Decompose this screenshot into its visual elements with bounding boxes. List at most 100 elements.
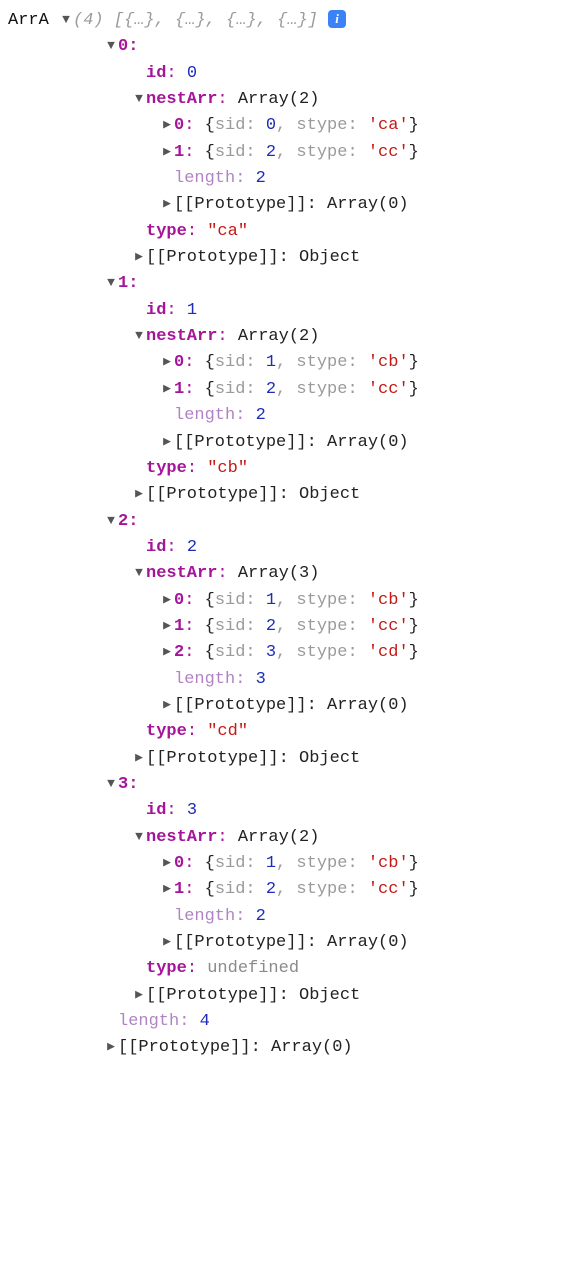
nest-sid: 2 bbox=[266, 143, 276, 162]
root-preview: [{…}, {…}, {…}, {…}] bbox=[114, 11, 318, 30]
nest-item-row[interactable]: ▶1: {sid: 2, stype: 'cc'} bbox=[8, 140, 566, 166]
chevron-right-icon[interactable]: ▶ bbox=[160, 142, 174, 162]
prop-value: 4 bbox=[200, 1012, 210, 1031]
info-icon[interactable]: i bbox=[328, 10, 346, 28]
prop-key: id bbox=[146, 538, 166, 557]
prop-nestarr-row[interactable]: ▼nestArr: Array(2) bbox=[8, 825, 566, 851]
array-index-row[interactable]: ▼0: bbox=[8, 34, 566, 60]
chevron-right-icon[interactable]: ▶ bbox=[160, 194, 174, 214]
array-index-row[interactable]: ▼1: bbox=[8, 271, 566, 297]
chevron-down-icon[interactable]: ▼ bbox=[132, 326, 146, 346]
prop-id-row[interactable]: id: 2 bbox=[8, 535, 566, 561]
index-key: 1 bbox=[118, 274, 128, 293]
array-index-row[interactable]: ▼2: bbox=[8, 509, 566, 535]
prop-key: type bbox=[146, 222, 187, 241]
prop-value: undefined bbox=[207, 959, 299, 978]
nest-proto-row[interactable]: ▶[[Prototype]]: Array(0) bbox=[8, 430, 566, 456]
prop-key: id bbox=[146, 64, 166, 83]
index-key: 3 bbox=[118, 775, 128, 794]
chevron-right-icon[interactable]: ▶ bbox=[160, 932, 174, 952]
prop-key: length bbox=[174, 169, 235, 188]
chevron-down-icon[interactable]: ▼ bbox=[104, 273, 118, 293]
obj-proto-row[interactable]: ▶[[Prototype]]: Object bbox=[8, 245, 566, 271]
prop-nestarr-row[interactable]: ▼nestArr: Array(2) bbox=[8, 324, 566, 350]
proto-label: [[Prototype]]: Array(0) bbox=[174, 696, 409, 715]
index-key: 0 bbox=[118, 37, 128, 56]
nest-item-row[interactable]: ▶0: {sid: 1, stype: 'cb'} bbox=[8, 851, 566, 877]
prop-value: "cb" bbox=[207, 459, 248, 478]
nest-item-row[interactable]: ▶2: {sid: 3, stype: 'cd'} bbox=[8, 640, 566, 666]
prop-type-row[interactable]: type: "cb" bbox=[8, 456, 566, 482]
prop-key: length bbox=[118, 1012, 179, 1031]
chevron-right-icon[interactable]: ▶ bbox=[104, 1037, 118, 1057]
nest-item-row[interactable]: ▶0: {sid: 1, stype: 'cb'} bbox=[8, 588, 566, 614]
nest-stype: 'cc' bbox=[368, 880, 409, 899]
prop-id-row[interactable]: id: 1 bbox=[8, 298, 566, 324]
prop-id-row[interactable]: id: 0 bbox=[8, 61, 566, 87]
chevron-right-icon[interactable]: ▶ bbox=[132, 247, 146, 267]
console-root-row[interactable]: ArrA ▼(4) [{…}, {…}, {…}, {…}] i bbox=[8, 8, 566, 34]
chevron-right-icon[interactable]: ▶ bbox=[160, 432, 174, 452]
nest-sid: 3 bbox=[266, 643, 276, 662]
nest-proto-row[interactable]: ▶[[Prototype]]: Array(0) bbox=[8, 693, 566, 719]
chevron-down-icon[interactable]: ▼ bbox=[104, 511, 118, 531]
chevron-down-icon[interactable]: ▼ bbox=[132, 89, 146, 109]
nest-index: 1 bbox=[174, 380, 184, 399]
obj-proto-row[interactable]: ▶[[Prototype]]: Object bbox=[8, 482, 566, 508]
chevron-right-icon[interactable]: ▶ bbox=[160, 115, 174, 135]
prop-value: Array(2) bbox=[238, 828, 320, 847]
prop-key: id bbox=[146, 801, 166, 820]
prop-type-row[interactable]: type: undefined bbox=[8, 956, 566, 982]
prop-value: 3 bbox=[187, 801, 197, 820]
outer-length-row[interactable]: length: 4 bbox=[8, 1009, 566, 1035]
prop-key: nestArr bbox=[146, 327, 217, 346]
nest-proto-row[interactable]: ▶[[Prototype]]: Array(0) bbox=[8, 930, 566, 956]
chevron-right-icon[interactable]: ▶ bbox=[160, 379, 174, 399]
prop-value: Array(3) bbox=[238, 564, 320, 583]
chevron-down-icon[interactable]: ▼ bbox=[132, 827, 146, 847]
nest-item-row[interactable]: ▶0: {sid: 1, stype: 'cb'} bbox=[8, 350, 566, 376]
chevron-right-icon[interactable]: ▶ bbox=[132, 748, 146, 768]
prop-type-row[interactable]: type: "ca" bbox=[8, 219, 566, 245]
nest-sid: 1 bbox=[266, 854, 276, 873]
prop-value: 2 bbox=[256, 907, 266, 926]
chevron-down-icon[interactable]: ▼ bbox=[104, 36, 118, 56]
nest-length-row[interactable]: length: 2 bbox=[8, 166, 566, 192]
nest-item-row[interactable]: ▶1: {sid: 2, stype: 'cc'} bbox=[8, 614, 566, 640]
nest-length-row[interactable]: length: 3 bbox=[8, 667, 566, 693]
chevron-right-icon[interactable]: ▶ bbox=[160, 695, 174, 715]
prop-value: 2 bbox=[256, 169, 266, 188]
chevron-right-icon[interactable]: ▶ bbox=[160, 853, 174, 873]
prop-type-row[interactable]: type: "cd" bbox=[8, 719, 566, 745]
obj-proto-row[interactable]: ▶[[Prototype]]: Object bbox=[8, 746, 566, 772]
outer-proto-row[interactable]: ▶[[Prototype]]: Array(0) bbox=[8, 1035, 566, 1061]
chevron-right-icon[interactable]: ▶ bbox=[132, 484, 146, 504]
nest-length-row[interactable]: length: 2 bbox=[8, 403, 566, 429]
chevron-right-icon[interactable]: ▶ bbox=[160, 616, 174, 636]
nest-item-row[interactable]: ▶0: {sid: 0, stype: 'ca'} bbox=[8, 113, 566, 139]
chevron-down-icon[interactable]: ▼ bbox=[132, 563, 146, 583]
chevron-right-icon[interactable]: ▶ bbox=[160, 352, 174, 372]
chevron-right-icon[interactable]: ▶ bbox=[160, 590, 174, 610]
proto-label: [[Prototype]]: Array(0) bbox=[118, 1038, 353, 1057]
nest-item-row[interactable]: ▶1: {sid: 2, stype: 'cc'} bbox=[8, 877, 566, 903]
nest-item-row[interactable]: ▶1: {sid: 2, stype: 'cc'} bbox=[8, 377, 566, 403]
prop-nestarr-row[interactable]: ▼nestArr: Array(3) bbox=[8, 561, 566, 587]
prop-key: nestArr bbox=[146, 564, 217, 583]
array-index-row[interactable]: ▼3: bbox=[8, 772, 566, 798]
prop-nestarr-row[interactable]: ▼nestArr: Array(2) bbox=[8, 87, 566, 113]
prop-id-row[interactable]: id: 3 bbox=[8, 798, 566, 824]
nest-index: 1 bbox=[174, 143, 184, 162]
obj-proto-row[interactable]: ▶[[Prototype]]: Object bbox=[8, 983, 566, 1009]
chevron-down-icon[interactable]: ▼ bbox=[59, 10, 73, 30]
chevron-right-icon[interactable]: ▶ bbox=[160, 642, 174, 662]
nest-proto-row[interactable]: ▶[[Prototype]]: Array(0) bbox=[8, 192, 566, 218]
nest-length-row[interactable]: length: 2 bbox=[8, 904, 566, 930]
proto-label: [[Prototype]]: Object bbox=[146, 749, 360, 768]
nest-stype: 'cb' bbox=[368, 854, 409, 873]
proto-label: [[Prototype]]: Object bbox=[146, 485, 360, 504]
chevron-right-icon[interactable]: ▶ bbox=[132, 985, 146, 1005]
chevron-right-icon[interactable]: ▶ bbox=[160, 879, 174, 899]
prop-value: 2 bbox=[187, 538, 197, 557]
chevron-down-icon[interactable]: ▼ bbox=[104, 774, 118, 794]
